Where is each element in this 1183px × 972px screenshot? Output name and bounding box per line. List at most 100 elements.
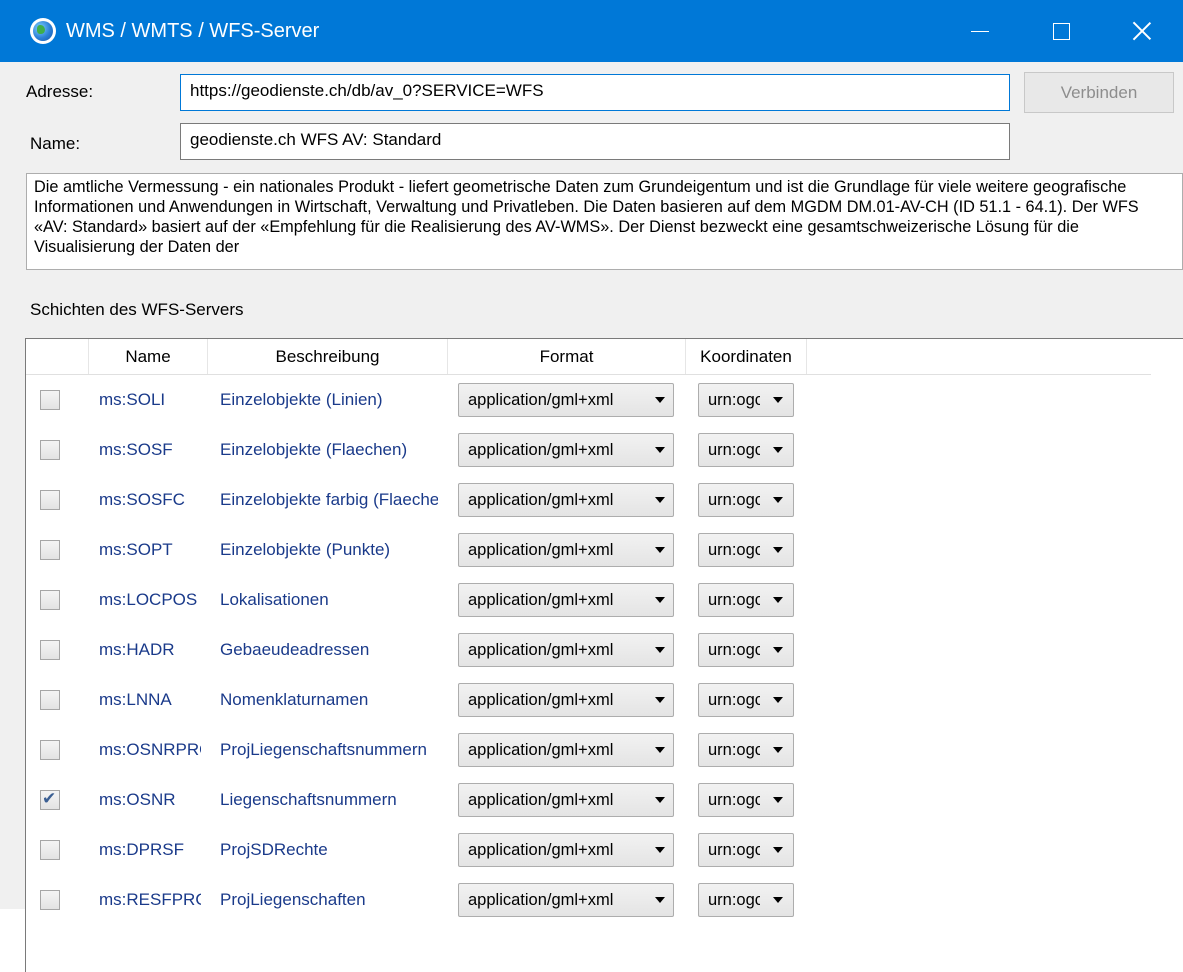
table-row[interactable]: ms:SOSFC Einzelobjekte farbig (Flaechen) a… xyxy=(26,475,1151,525)
globe-icon xyxy=(30,18,56,44)
chevron-down-icon xyxy=(773,747,783,753)
layer-name: ms:OSNRPROJ xyxy=(99,740,201,759)
format-select[interactable]: application/gml+xml xyxy=(458,883,674,917)
layers-grid[interactable]: Name Beschreibung Format Koordinaten ms:… xyxy=(25,338,1183,972)
layer-description: Nomenklaturnamen xyxy=(220,690,369,709)
maximize-button[interactable] xyxy=(1032,0,1090,62)
layer-name: ms:SOSFC xyxy=(99,490,185,509)
layer-checkbox[interactable] xyxy=(40,540,60,560)
header-format[interactable]: Format xyxy=(448,339,686,374)
coordinates-select[interactable]: urn:ogc xyxy=(698,483,794,517)
format-select[interactable]: application/gml+xml xyxy=(458,383,674,417)
header-name[interactable]: Name xyxy=(89,339,208,374)
layers-section-label: Schichten des WFS-Servers xyxy=(30,300,244,319)
coordinates-select-value: urn:ogc xyxy=(708,391,760,409)
minimize-button[interactable] xyxy=(951,0,1009,62)
close-button[interactable] xyxy=(1113,0,1171,62)
coordinates-select[interactable]: urn:ogc xyxy=(698,733,794,767)
layer-checkbox[interactable] xyxy=(40,840,60,860)
address-label: Adresse: xyxy=(26,82,94,101)
coordinates-select-value: urn:ogc xyxy=(708,641,760,659)
table-row[interactable]: ms:SOPT Einzelobjekte (Punkte) application… xyxy=(26,525,1151,575)
layer-description: Einzelobjekte farbig (Flaechen) xyxy=(220,490,438,509)
address-input[interactable]: https://geodienste.ch/db/av_0?SERVICE=WF… xyxy=(180,74,1010,111)
format-select[interactable]: application/gml+xml xyxy=(458,633,674,667)
chevron-down-icon xyxy=(773,397,783,403)
format-select-value: application/gml+xml xyxy=(468,491,614,509)
coordinates-select[interactable]: urn:ogc xyxy=(698,833,794,867)
layer-description: Einzelobjekte (Punkte) xyxy=(220,540,391,559)
description-textbox[interactable]: Die amtliche Vermessung - ein nationales… xyxy=(26,173,1183,270)
layer-checkbox[interactable] xyxy=(40,740,60,760)
format-select[interactable]: application/gml+xml xyxy=(458,583,674,617)
title-bar: WMS / WMTS / WFS-Server xyxy=(0,0,1183,62)
layer-description: ProjLiegenschaften xyxy=(220,890,366,909)
layer-name: ms:SOSF xyxy=(99,440,173,459)
layer-checkbox[interactable] xyxy=(40,590,60,610)
name-label: Name: xyxy=(30,134,81,153)
layer-checkbox[interactable] xyxy=(40,640,60,660)
layer-checkbox[interactable] xyxy=(40,390,60,410)
coordinates-select-value: urn:ogc xyxy=(708,841,760,859)
coordinates-select[interactable]: urn:ogc xyxy=(698,583,794,617)
layer-checkbox[interactable] xyxy=(40,890,60,910)
table-row[interactable]: ms:DPRSF ProjSDRechte application/gml+xml u… xyxy=(26,825,1151,875)
header-checkbox-column[interactable] xyxy=(26,339,89,374)
format-select[interactable]: application/gml+xml xyxy=(458,833,674,867)
layer-description: ProjLiegenschaftsnummern xyxy=(220,740,427,759)
table-row[interactable]: ✔ ms:OSNR Liegenschaftsnummern application/… xyxy=(26,775,1151,825)
format-select[interactable]: application/gml+xml xyxy=(458,433,674,467)
coordinates-select[interactable]: urn:ogc xyxy=(698,383,794,417)
layer-description: Einzelobjekte (Flaechen) xyxy=(220,440,408,459)
coordinates-select[interactable]: urn:ogc xyxy=(698,883,794,917)
format-select-value: application/gml+xml xyxy=(468,791,614,809)
layer-description: Einzelobjekte (Linien) xyxy=(220,390,383,409)
header-description[interactable]: Beschreibung xyxy=(208,339,448,374)
layer-checkbox[interactable] xyxy=(40,440,60,460)
maximize-icon xyxy=(1052,22,1070,40)
table-row[interactable]: ms:SOSF Einzelobjekte (Flaechen) applicati… xyxy=(26,425,1151,475)
coordinates-select[interactable]: urn:ogc xyxy=(698,683,794,717)
table-row[interactable]: ms:HADR Gebaeudeadressen application/gml+x… xyxy=(26,625,1151,675)
format-select[interactable]: application/gml+xml xyxy=(458,733,674,767)
layer-name: ms:OSNR xyxy=(99,790,176,809)
coordinates-select-value: urn:ogc xyxy=(708,741,760,759)
coordinates-select-value: urn:ogc xyxy=(708,491,760,509)
chevron-down-icon xyxy=(773,497,783,503)
format-select[interactable]: application/gml+xml xyxy=(458,683,674,717)
chevron-down-icon xyxy=(773,647,783,653)
table-row[interactable]: ms:SOLI Einzelobjekte (Linien) application… xyxy=(26,375,1151,425)
layer-name: ms:SOLI xyxy=(99,390,166,409)
name-input[interactable]: geodienste.ch WFS AV: Standard xyxy=(180,123,1010,160)
format-select[interactable]: application/gml+xml xyxy=(458,533,674,567)
coordinates-select[interactable]: urn:ogc xyxy=(698,533,794,567)
chevron-down-icon xyxy=(773,447,783,453)
connect-button[interactable]: Verbinden xyxy=(1024,72,1174,113)
chevron-down-icon xyxy=(773,547,783,553)
coordinates-select[interactable]: urn:ogc xyxy=(698,633,794,667)
chevron-down-icon xyxy=(655,447,665,453)
coordinates-select-value: urn:ogc xyxy=(708,591,760,609)
coordinates-select[interactable]: urn:ogc xyxy=(698,433,794,467)
format-select-value: application/gml+xml xyxy=(468,641,614,659)
format-select-value: application/gml+xml xyxy=(468,741,614,759)
table-row[interactable]: ms:RESFPROJ ProjLiegenschaften application… xyxy=(26,875,1151,925)
layer-name: ms:SOPT xyxy=(99,540,173,559)
table-row[interactable]: ms:LNNA Nomenklaturnamen application/gml+x… xyxy=(26,675,1151,725)
table-row[interactable]: ms:LOCPOS Lokalisationen application/gml+x… xyxy=(26,575,1151,625)
layer-checkbox[interactable] xyxy=(40,490,60,510)
table-row[interactable]: ms:OSNRPROJ ProjLiegenschaftsnummern appli… xyxy=(26,725,1151,775)
format-select[interactable]: application/gml+xml xyxy=(458,483,674,517)
minimize-icon xyxy=(971,30,989,32)
checkmark-icon: ✔ xyxy=(42,789,57,808)
format-select-value: application/gml+xml xyxy=(468,691,614,709)
format-select[interactable]: application/gml+xml xyxy=(458,783,674,817)
format-select-value: application/gml+xml xyxy=(468,891,614,909)
coordinates-select[interactable]: urn:ogc xyxy=(698,783,794,817)
header-coordinates[interactable]: Koordinaten xyxy=(686,339,807,374)
coordinates-select-value: urn:ogc xyxy=(708,791,760,809)
layer-name: ms:RESFPROJ xyxy=(99,890,201,909)
chevron-down-icon xyxy=(655,697,665,703)
layer-checkbox[interactable]: ✔ xyxy=(40,789,60,810)
layer-checkbox[interactable] xyxy=(40,690,60,710)
